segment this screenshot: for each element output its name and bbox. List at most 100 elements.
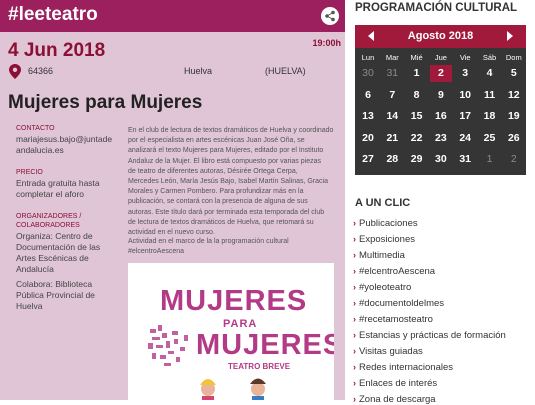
quick-link-label: Estancias y prácticas de formación [359, 330, 506, 341]
quick-link-label: #yoleoteatro [359, 282, 412, 293]
quick-link-label: #documentoldelmes [359, 298, 445, 309]
calendar-day[interactable]: 16 [430, 108, 452, 125]
category-tag[interactable]: #leeteatro [8, 4, 98, 26]
calendar-day[interactable]: 26 [503, 130, 525, 147]
quick-link[interactable]: › #elcentroAescena [353, 266, 435, 277]
share-icon [325, 10, 335, 22]
sidebar: PROGRAMACIÓN CULTURAL Agosto 2018 Lun Mar… [345, 0, 535, 405]
contact-email-line1[interactable]: mariajesus.bajo@juntade [16, 134, 112, 145]
calendar-day[interactable]: 9 [430, 87, 452, 104]
share-button[interactable] [321, 7, 339, 25]
calendar-day[interactable]: 1 [479, 151, 501, 168]
quick-links-heading: A UN CLIC [355, 197, 411, 209]
event-date: 4 Jun 2018 [8, 40, 106, 61]
quick-link[interactable]: › Estancias y prácticas de formación [353, 330, 506, 341]
event-panel: #leeteatro 4 Jun 2018 19:00h 64366 Huelv… [0, 0, 345, 400]
event-poster: MUJERES PARA MUJERES TEATRO BREVE [128, 263, 334, 400]
calendar-widget: Agosto 2018 Lun Mar Mié Jue Vie Sáb Dom 30 31 1 2 3… [355, 25, 526, 175]
calendar-day[interactable]: 27 [357, 151, 379, 168]
chevron-right-icon: › [353, 298, 356, 308]
calendar-day[interactable]: 15 [406, 108, 428, 125]
calendar-day[interactable]: 29 [406, 151, 428, 168]
calendar-day[interactable]: 24 [454, 130, 476, 147]
contact-label: CONTACTO [16, 125, 55, 132]
quick-link[interactable]: › #yoleoteatro [353, 282, 411, 293]
calendar-day[interactable]: 28 [381, 151, 403, 168]
quick-link[interactable]: › Multimedia [353, 250, 405, 261]
price-line2: completar el aforo [16, 189, 85, 199]
calendar-day[interactable]: 1 [406, 65, 428, 82]
calendar-day[interactable]: 2 [429, 65, 452, 82]
quick-link[interactable]: › Visitas guiadas [353, 346, 423, 357]
quick-link[interactable]: › Exposiciones [353, 234, 415, 245]
chevron-right-icon: › [353, 378, 356, 388]
quick-link[interactable]: › Publicaciones [353, 218, 418, 229]
calendar-day[interactable]: 13 [357, 108, 379, 125]
calendar-day[interactable]: 22 [406, 130, 428, 147]
description-line: por el especialista en artes escénicas J… [128, 137, 305, 145]
organizers-label-2: COLABORADORES [16, 222, 80, 229]
calendar-day[interactable]: 30 [357, 65, 379, 82]
calendar-day[interactable]: 8 [406, 87, 428, 104]
calendar-day[interactable]: 7 [381, 87, 403, 104]
poster-title-line3: MUJERES [196, 329, 334, 361]
description-line: analizará el texto Mujeres para Mujeres,… [128, 147, 324, 155]
calendar-day[interactable]: 11 [479, 87, 501, 104]
calendar-day[interactable]: 14 [381, 108, 403, 125]
calendar-day[interactable]: 25 [479, 130, 501, 147]
description-line: #elcentroAescena [128, 248, 185, 256]
poster-subtitle: TEATRO BREVE [228, 362, 291, 371]
calendar-day[interactable]: 6 [357, 87, 379, 104]
calendar-header: Agosto 2018 [355, 25, 526, 48]
quick-link-label: Enlaces de interés [359, 378, 438, 389]
calendar-weekday: Mié [410, 53, 423, 62]
calendar-day[interactable]: 5 [503, 65, 525, 82]
calendar-day[interactable]: 18 [479, 108, 501, 125]
poster-title-line1: MUJERES [160, 285, 308, 317]
description-line: En el club de lectura de textos dramátic… [128, 127, 334, 134]
calendar-day[interactable]: 31 [454, 151, 476, 168]
calendar-weekday: Sáb [482, 53, 497, 62]
location-pin-icon [9, 64, 21, 79]
sidebar-heading: PROGRAMACIÓN CULTURAL [355, 2, 518, 14]
organizers-label-1: ORGANIZADORES / [16, 213, 82, 220]
location-city: Huelva [184, 66, 213, 76]
calendar-weekday: Mar [385, 53, 399, 62]
quick-link-label: Redes internacionales [359, 362, 454, 373]
calendar-day[interactable]: 30 [430, 151, 452, 168]
calendar-day[interactable]: 4 [479, 65, 501, 82]
quick-link-label: Visitas guiadas [359, 346, 423, 357]
calendar-day[interactable]: 10 [454, 87, 476, 104]
calendar-day[interactable]: 19 [503, 108, 525, 125]
calendar-weekday: Lun [361, 53, 375, 62]
quick-link[interactable]: › Redes internacionales [353, 362, 453, 373]
chevron-right-icon: › [353, 282, 356, 292]
description-line: Andaluz de la Mujer. El libro está compu… [128, 157, 321, 165]
location-province: (HUELVA) [265, 66, 306, 76]
calendar-day[interactable]: 12 [503, 87, 525, 104]
description-line: publicación, se contará con la presencia… [128, 198, 308, 206]
calendar-day[interactable]: 17 [454, 108, 476, 125]
quick-link[interactable]: › Enlaces de interés [353, 378, 437, 389]
calendar-day[interactable]: 31 [381, 65, 403, 82]
quick-link[interactable]: › #documentoldelmes [353, 298, 444, 309]
calendar-day[interactable]: 21 [381, 130, 403, 147]
contact-email-line2[interactable]: andalucia.es [16, 145, 64, 156]
event-title: Mujeres para Mujeres [8, 92, 203, 113]
price-label: PRECIO [16, 169, 43, 176]
event-time: 19:00h [312, 38, 341, 48]
description-line: Actividad en el marco de la la programac… [128, 238, 289, 245]
quick-link[interactable]: › #recetamosteatro [353, 314, 433, 325]
calendar-day[interactable]: 3 [454, 65, 476, 82]
calendar-day[interactable]: 20 [357, 130, 379, 147]
description-line: Morales y Carmen Pombero. Para profundiz… [128, 188, 304, 196]
collaborator-line: Colabora: Biblioteca [16, 279, 93, 289]
organizer-line: Documentación de las [16, 242, 101, 252]
calendar-day[interactable]: 2 [503, 151, 525, 168]
chevron-right-icon: › [353, 234, 356, 244]
calendar-day[interactable]: 23 [430, 130, 452, 147]
chevron-right-icon: › [353, 218, 356, 228]
description-line: autoras. Este título dará por terminada … [128, 208, 325, 216]
next-month-icon[interactable] [507, 31, 513, 41]
organizer-line: Andalucía [16, 264, 54, 274]
